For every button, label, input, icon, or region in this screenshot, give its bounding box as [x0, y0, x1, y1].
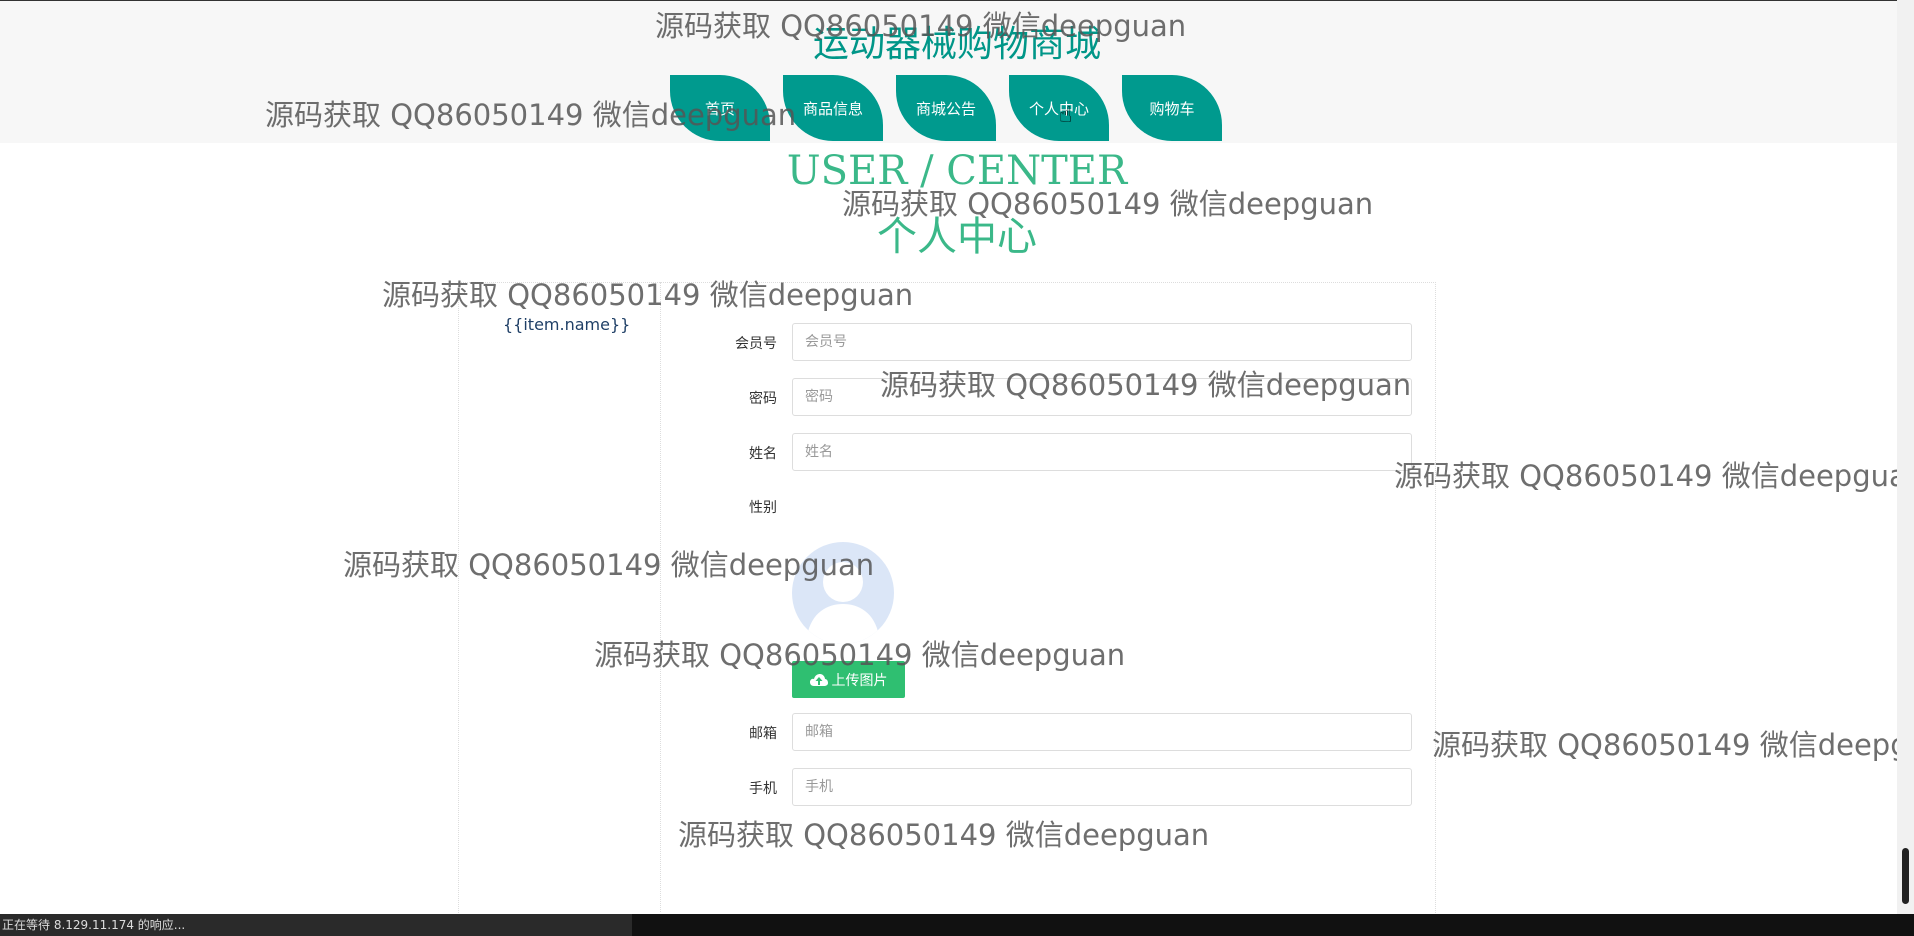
name-input[interactable]: [792, 433, 1412, 471]
member-no-input[interactable]: [792, 323, 1412, 361]
gender-label: 性别: [749, 500, 777, 516]
watermark: 源码获取 QQ86050149 微信deepguan: [265, 98, 797, 132]
watermark: 源码获取 QQ86050149 微信deepguan: [382, 278, 914, 312]
member-no-label: 会员号: [735, 336, 777, 352]
status-text: 正在等待 8.129.11.174 的响应...: [0, 914, 632, 936]
watermark: 源码获取 QQ86050149 微信deepguan: [678, 818, 1210, 852]
cloud-upload-icon: [809, 673, 828, 686]
password-label: 密码: [749, 391, 777, 407]
hand-cursor-icon: ☝: [1059, 103, 1073, 128]
scrollbar[interactable]: [1897, 0, 1914, 914]
watermark: 源码获取 QQ86050149 微信deepguan: [1394, 459, 1914, 493]
sidebar-divider: [660, 282, 661, 912]
nav-announcements[interactable]: 商城公告: [896, 75, 996, 141]
nav-products[interactable]: 商品信息: [783, 75, 883, 141]
watermark: 源码获取 QQ86050149 微信deepguan: [594, 638, 1126, 672]
phone-input[interactable]: [792, 768, 1412, 806]
watermark: 源码获取 QQ86050149 微信deepguan: [343, 548, 875, 582]
watermark: 源码获取 QQ86050149 微信deepguan: [1432, 728, 1914, 762]
email-input[interactable]: [792, 713, 1412, 751]
watermark: 源码获取 QQ86050149 微信deepguan: [880, 368, 1412, 402]
watermark: 源码获取 QQ86050149 微信deepguan: [655, 9, 1187, 43]
name-label: 姓名: [749, 446, 777, 462]
email-label: 邮箱: [749, 726, 777, 742]
side-menu-item[interactable]: {{item.name}}: [503, 315, 630, 334]
nav-cart[interactable]: 购物车: [1122, 75, 1222, 141]
phone-label: 手机: [749, 781, 777, 797]
scrollbar-thumb[interactable]: [1902, 848, 1909, 904]
watermark: 源码获取 QQ86050149 微信deepguan: [842, 187, 1374, 221]
